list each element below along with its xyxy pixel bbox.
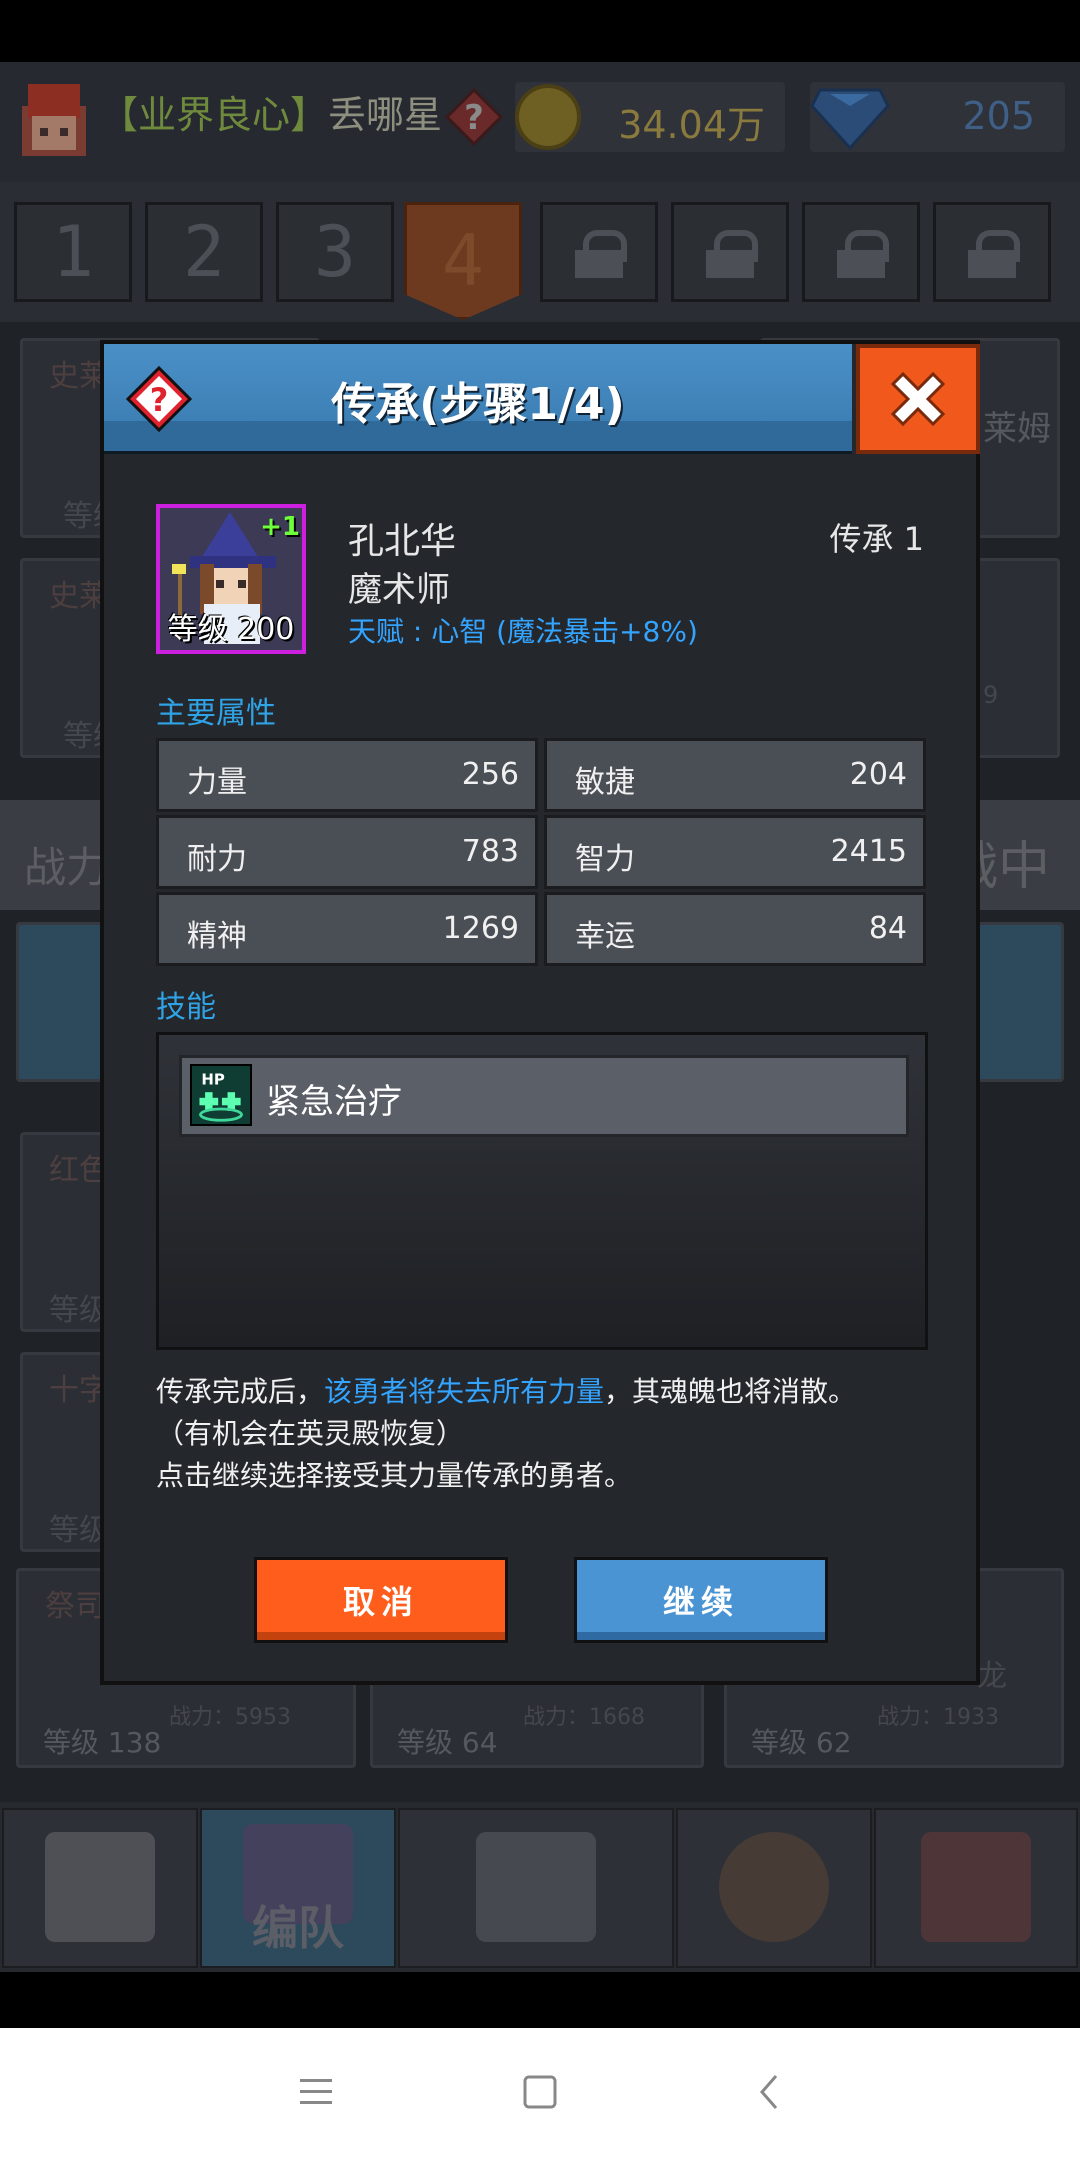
question-icon[interactable]: ? <box>445 88 503 146</box>
hero-card-power: 战力：5953 <box>169 1705 291 1730</box>
attribute-name: 耐力 <box>187 842 247 877</box>
attribute-name: 力量 <box>187 765 247 800</box>
gem-counter: 205 <box>810 82 1065 152</box>
tab-team-1[interactable]: 1 <box>14 202 132 302</box>
dialog-header: ? 传承(步骤1/4) <box>104 344 852 454</box>
cancel-button[interactable]: 取消 <box>254 1557 508 1643</box>
attribute-name: 精神 <box>187 919 247 954</box>
hero-class: 魔术师 <box>348 570 450 610</box>
hero-talent: 天赋 : 心智 (魔法暴击+8%) <box>348 615 698 648</box>
resource-bar: 【业界良心】丢哪星 ? 34.04万 205 <box>0 62 1080 182</box>
tab-locked-8[interactable] <box>933 202 1051 302</box>
crossed-swords-icon <box>476 1832 596 1942</box>
tab-team-4[interactable]: 4 <box>404 202 522 320</box>
warning-highlight: 该勇者将失去所有力量 <box>324 1375 605 1408</box>
player-avatar[interactable] <box>16 76 92 162</box>
back-icon[interactable] <box>752 2072 788 2112</box>
warning-text: ，其魂魄也将消散。 <box>604 1375 857 1408</box>
hero-card-name: 莱姆 <box>983 409 1051 449</box>
status-bar <box>0 0 1080 62</box>
menu-icon[interactable] <box>298 2072 334 2112</box>
hero-card-level: 等级 64 <box>397 1726 498 1759</box>
skill-item[interactable]: HP 紧急治疗 <box>179 1055 909 1137</box>
castle-icon <box>45 1832 155 1942</box>
skills-heading: 技能 <box>156 990 216 1025</box>
lock-icon <box>968 230 1020 278</box>
attribute-name: 智力 <box>575 842 635 877</box>
nav-bag[interactable] <box>676 1808 872 1968</box>
player-title-tag: 【业界良心】 <box>100 93 329 137</box>
attribute-value: 204 <box>849 757 907 792</box>
warning-line-1: 传承完成后，该勇者将失去所有力量，其魂魄也将消散。 <box>156 1370 856 1410</box>
attribute-value: 2415 <box>830 834 907 869</box>
attribute-value: 256 <box>461 757 519 792</box>
attribute-value: 783 <box>461 834 519 869</box>
attribute-value: 84 <box>868 911 907 946</box>
skill-name: 紧急治疗 <box>266 1082 402 1122</box>
continue-button[interactable]: 继续 <box>574 1557 828 1643</box>
nav-shop[interactable] <box>874 1808 1078 1968</box>
shop-icon <box>921 1832 1031 1942</box>
system-navigation-bar <box>0 2028 1080 2160</box>
team-power-label: 战力 <box>24 843 109 892</box>
tab-locked-5[interactable] <box>540 202 658 302</box>
tab-locked-6[interactable] <box>671 202 789 302</box>
dialog-title: 传承(步骤1/4) <box>331 379 625 430</box>
attributes-heading: 主要属性 <box>156 696 276 731</box>
tab-locked-7[interactable] <box>802 202 920 302</box>
gold-coin-icon <box>515 84 581 150</box>
hero-name: 孔北华 <box>348 521 457 562</box>
team-tabs: 1 2 3 4 <box>0 182 1080 322</box>
upgrade-plus-badge: +1 <box>260 512 300 542</box>
screen-bottom-strip <box>0 1972 1080 2028</box>
tab-team-3[interactable]: 3 <box>276 202 394 302</box>
player-name-text: 丢哪星 <box>328 93 443 137</box>
lock-icon <box>706 230 758 278</box>
diamond-icon <box>810 88 890 150</box>
close-icon <box>890 371 946 427</box>
player-name[interactable]: 【业界良心】丢哪星 <box>100 84 442 139</box>
lock-icon <box>575 230 627 278</box>
hero-level-badge: 等级 200 <box>167 612 295 647</box>
nav-team-label: 编队 <box>252 1901 344 1955</box>
warning-line-2: （有机会在英灵殿恢复） <box>156 1417 465 1450</box>
svg-text:HP: HP <box>201 1071 225 1089</box>
home-icon[interactable] <box>522 2072 558 2112</box>
nav-castle[interactable] <box>2 1808 198 1968</box>
warning-text: 传承完成后， <box>156 1375 325 1408</box>
skills-list: HP 紧急治疗 <box>156 1032 928 1350</box>
inheritance-count: 传承 1 <box>829 520 924 558</box>
attribute-value: 1269 <box>442 911 519 946</box>
hero-card-level: 等级 138 <box>43 1726 162 1759</box>
hero-card-power: 战力：1668 <box>523 1705 645 1730</box>
heal-hp-icon: HP <box>190 1064 252 1126</box>
attribute-cell: 力量 256 <box>156 738 538 812</box>
svg-text:?: ? <box>464 98 484 138</box>
hero-card-class: 祭司 <box>45 1589 105 1624</box>
hero-card-level: 等级 62 <box>751 1726 852 1759</box>
attribute-cell: 幸运 84 <box>544 892 926 966</box>
close-button[interactable] <box>856 344 980 454</box>
hero-card-power: 9 <box>983 681 999 709</box>
gold-amount: 34.04万 <box>618 103 765 147</box>
tab-team-2[interactable]: 2 <box>145 202 263 302</box>
attribute-cell: 敏捷 204 <box>544 738 926 812</box>
hero-portrait: +1 等级 200 <box>156 504 306 654</box>
nav-team[interactable]: 编队 <box>200 1808 396 1968</box>
attribute-name: 幸运 <box>575 919 635 954</box>
hero-card-power: 战力：1933 <box>877 1705 999 1730</box>
attribute-name: 敏捷 <box>575 765 635 800</box>
attribute-cell: 智力 2415 <box>544 815 926 889</box>
bag-icon <box>719 1832 829 1942</box>
gold-counter: 34.04万 <box>515 82 785 152</box>
nav-battle[interactable] <box>398 1808 674 1968</box>
attribute-cell: 精神 1269 <box>156 892 538 966</box>
hero-card-name: 龙 <box>977 1659 1007 1694</box>
attribute-cell: 耐力 783 <box>156 815 538 889</box>
instruction-line: 点击继续选择接受其力量传承的勇者。 <box>156 1459 633 1492</box>
lock-icon <box>837 230 889 278</box>
gem-amount: 205 <box>962 94 1035 138</box>
bottom-navigation: 编队 <box>0 1802 1080 1972</box>
inheritance-dialog: ? 传承(步骤1/4) +1 等级 200 孔北华 魔术师 天赋 : 心智 (魔… <box>100 340 980 1685</box>
